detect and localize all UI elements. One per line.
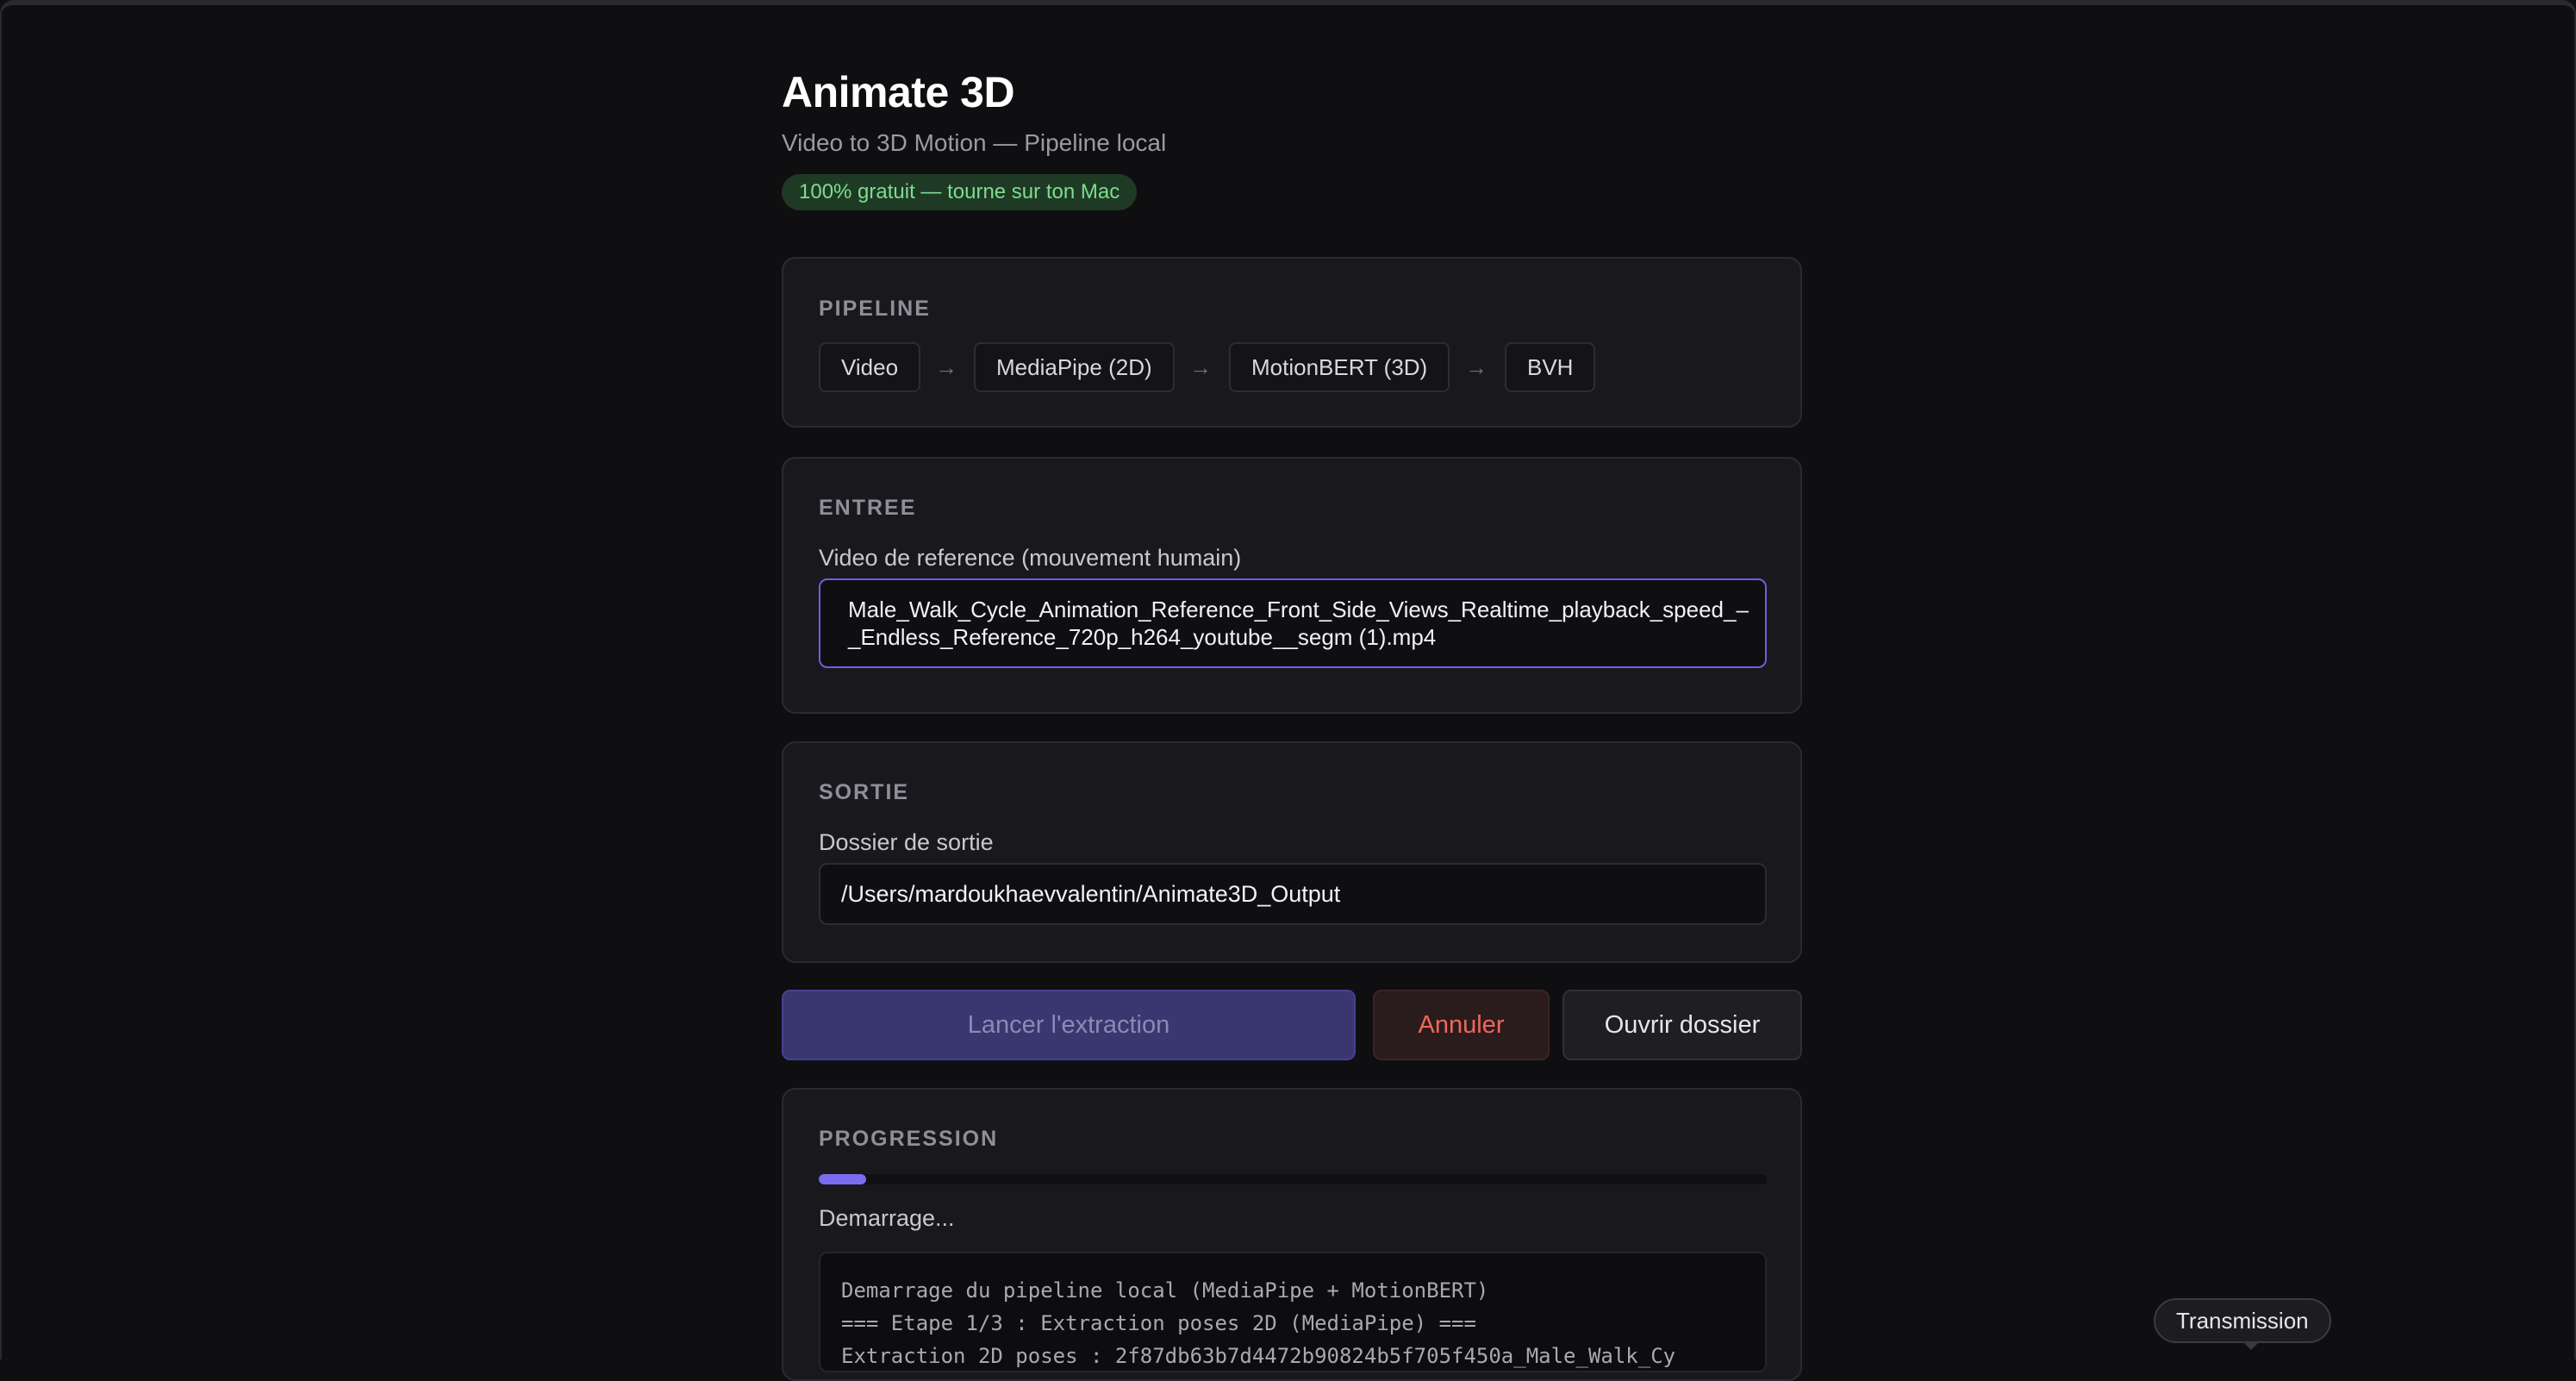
output-section-title: SORTIE — [819, 780, 910, 804]
tooltip-tail — [2242, 1341, 2260, 1350]
pipeline-section-title: PIPELINE — [819, 297, 931, 321]
video-file-name-line-2: _Endless_Reference_720p_h264_youtube__se… — [848, 624, 1437, 650]
output-card: SORTIE Dossier de sortie /Users/mardoukh… — [782, 741, 1802, 963]
output-folder-label: Dossier de sortie — [819, 829, 994, 855]
free-badge: 100% gratuit — tourne sur ton Mac — [782, 174, 1138, 210]
app-window: Animate 3D Video to 3D Motion — Pipeline… — [0, 0, 2576, 1381]
video-file-input[interactable]: Male_Walk_Cycle_Animation_Reference_Fron… — [819, 578, 1767, 668]
progress-card: PROGRESSION Demarrage... Demarrage du pi… — [782, 1088, 1802, 1381]
log-line: Extraction 2D poses : 2f87db63b7d4472b90… — [841, 1344, 1676, 1368]
progress-bar — [819, 1174, 1767, 1184]
transmission-tooltip: Transmission — [2154, 1298, 2331, 1343]
pipeline-card: PIPELINE Video → MediaPipe (2D) → Motion… — [782, 257, 1802, 428]
arrow-right-icon: → — [1465, 354, 1488, 380]
page-title: Animate 3D — [782, 68, 1015, 116]
progress-status: Demarrage... — [819, 1205, 955, 1231]
arrow-right-icon: → — [1189, 354, 1212, 380]
input-section-title: ENTREE — [819, 496, 917, 520]
start-extraction-button[interactable]: Lancer l'extraction — [782, 990, 1356, 1060]
pipeline-step-mediapipe: MediaPipe (2D) — [974, 342, 1175, 392]
log-output[interactable]: Demarrage du pipeline local (MediaPipe +… — [819, 1252, 1767, 1372]
pipeline-step-bvh: BVH — [1505, 342, 1596, 392]
open-folder-button[interactable]: Ouvrir dossier — [1562, 990, 1802, 1060]
pipeline-step-motionbert: MotionBERT (3D) — [1229, 342, 1450, 392]
arrow-right-icon: → — [935, 354, 957, 380]
log-line: === Etape 1/3 : Extraction poses 2D (Med… — [841, 1311, 1476, 1335]
page-subtitle: Video to 3D Motion — Pipeline local — [782, 129, 1167, 156]
cancel-button[interactable]: Annuler — [1373, 990, 1550, 1060]
output-folder-input[interactable]: /Users/mardoukhaevvalentin/Animate3D_Out… — [819, 863, 1767, 925]
progress-bar-fill — [819, 1174, 866, 1184]
log-line: Demarrage du pipeline local (MediaPipe +… — [841, 1278, 1489, 1303]
video-reference-label: Video de reference (mouvement humain) — [819, 545, 1242, 571]
pipeline-step-video: Video — [819, 342, 921, 392]
progress-section-title: PROGRESSION — [819, 1127, 999, 1151]
video-file-name-line-1: Male_Walk_Cycle_Animation_Reference_Fron… — [848, 597, 1749, 622]
input-card: ENTREE Video de reference (mouvement hum… — [782, 457, 1802, 714]
